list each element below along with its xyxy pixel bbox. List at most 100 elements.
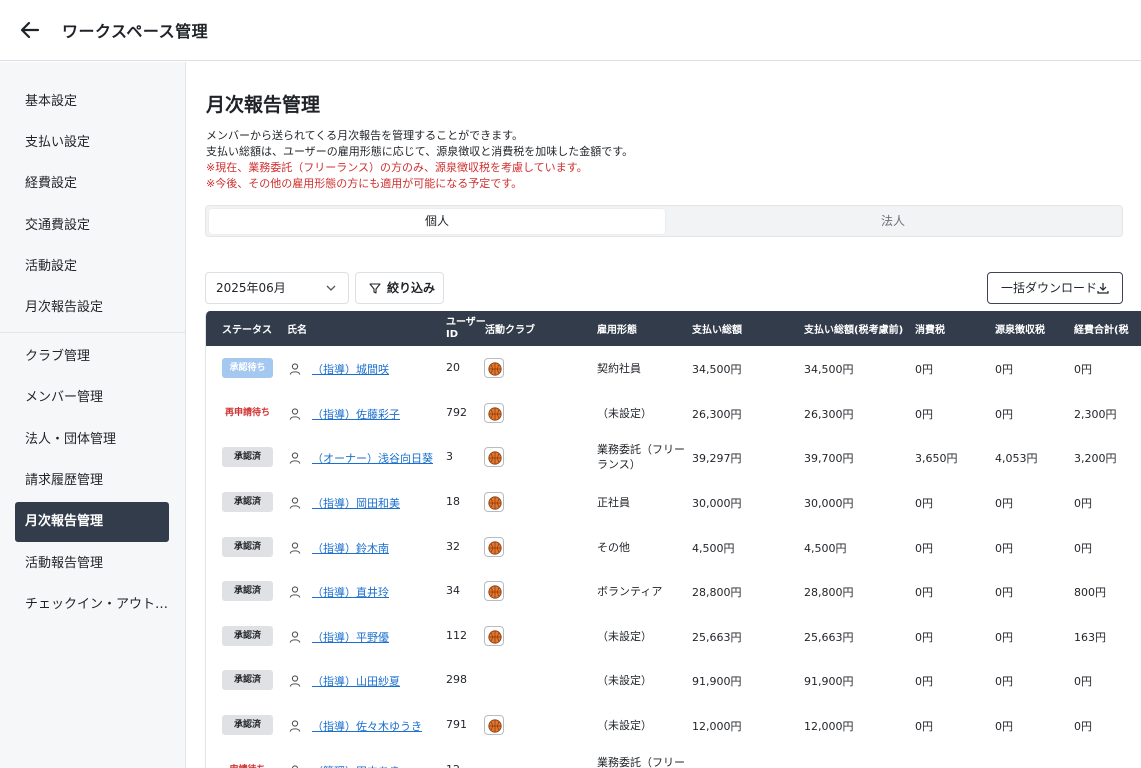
chevron-down-icon <box>326 285 336 291</box>
column-header-employment: 雇用形態 <box>597 325 637 336</box>
filter-button[interactable]: 絞り込み <box>355 272 444 304</box>
user-id: 792 <box>446 405 467 419</box>
table-row[interactable]: 申請待ち （管理）田中あき 12 業務委託（フリーランス） <box>206 747 1141 768</box>
employment-type: その他 <box>597 540 630 554</box>
payment-total-pretax: 12,000円 <box>804 720 854 734</box>
sidebar-item-monthly-report-management[interactable]: 月次報告管理 <box>15 502 169 542</box>
member-name-link[interactable]: （指導）平野優 <box>312 629 389 645</box>
employment-type: （未設定） <box>597 674 652 688</box>
member-name-link[interactable]: （指導）城間咲 <box>312 361 389 377</box>
payment-total: 25,663円 <box>692 630 742 644</box>
member-name-link[interactable]: （指導）岡田和美 <box>312 495 400 511</box>
top-bar: ワークスペース管理 <box>0 0 1141 61</box>
table-row[interactable]: 承認待ち （指導）城間咲 20 契約社員 34,500円 34,500円 0円 0円 0円 <box>206 346 1141 391</box>
withholding-tax: 0円 <box>995 586 1013 600</box>
payment-total-pretax: 91,900円 <box>804 675 854 689</box>
club-badge[interactable] <box>484 492 504 513</box>
bulk-download-label: 一括ダウンロード <box>1001 281 1098 295</box>
club-badge[interactable] <box>484 447 504 468</box>
table-row[interactable]: 承認済 （指導）佐々木ゆうき 791 （未設定） 12,000円 12,000円 0円 0円 0… <box>206 703 1141 748</box>
sidebar-item-monthly-report-settings[interactable]: 月次報告設定 <box>15 288 169 328</box>
column-header-pretax-total: 支払い総額(税考慮前) <box>804 325 904 336</box>
table-row[interactable]: 承認済 （指導）岡田和美 18 正社員 30,000円 30,000円 0円 0円 0円 <box>206 480 1141 525</box>
user-id: 34 <box>446 584 460 598</box>
withholding-tax: 0円 <box>995 497 1013 511</box>
consumption-tax: 0円 <box>915 407 933 421</box>
person-icon <box>288 718 302 732</box>
expenses-total: 163円 <box>1074 630 1106 644</box>
member-name-link[interactable]: （指導）直井玲 <box>312 584 389 600</box>
bulk-download-button[interactable]: 一括ダウンロード <box>987 272 1123 304</box>
filter-button-label: 絞り込み <box>387 281 436 295</box>
expenses-total: 0円 <box>1074 541 1092 555</box>
status-badge: 承認待ち <box>222 358 273 379</box>
user-id: 298 <box>446 673 467 687</box>
employment-type: 契約社員 <box>597 362 641 376</box>
sidebar-item-member-management[interactable]: メンバー管理 <box>15 378 169 418</box>
sidebar-item-activity-settings[interactable]: 活動設定 <box>15 247 169 287</box>
club-badge[interactable] <box>484 715 504 736</box>
sidebar-item-checkin-checkout[interactable]: チェックイン・アウト… <box>15 585 169 625</box>
table-row[interactable]: 承認済 （オーナー）浅谷向日葵 3 業務委託（フリーランス） 39,297円 39,700… <box>206 435 1141 480</box>
payment-total-pretax: 26,300円 <box>804 407 854 421</box>
club-badge[interactable] <box>484 358 504 379</box>
payment-total: 28,800円 <box>692 586 742 600</box>
person-icon <box>288 406 302 420</box>
column-header-consumption-tax: 消費税 <box>915 325 945 336</box>
page-title: 月次報告管理 <box>206 94 321 116</box>
description-line-1: メンバーから送られてくる月次報告を管理することができます。 <box>206 129 524 142</box>
payment-total-pretax: 4,500円 <box>804 541 847 555</box>
sidebar-item-billing-history[interactable]: 請求履歴管理 <box>15 461 169 501</box>
back-arrow-icon[interactable] <box>16 16 44 44</box>
member-name-link[interactable]: （指導）佐藤彩子 <box>312 406 400 422</box>
sidebar-item-basic-settings[interactable]: 基本設定 <box>15 82 169 122</box>
club-badge[interactable] <box>484 402 504 423</box>
tab-individual[interactable]: 個人 <box>209 209 665 234</box>
status-badge: 承認済 <box>222 715 273 736</box>
month-select[interactable]: 2025年06月 <box>205 272 349 304</box>
status-badge: 承認済 <box>222 492 273 513</box>
sidebar-item-payment-settings[interactable]: 支払い設定 <box>15 123 169 163</box>
tab-corporate[interactable]: 法人 <box>665 209 1121 234</box>
payment-total-pretax: 39,700円 <box>804 452 854 466</box>
consumption-tax: 0円 <box>915 586 933 600</box>
member-name-link[interactable]: （指導）山田紗夏 <box>312 673 400 689</box>
note-line-1: ※現在、業務委託（フリーランス）の方のみ、源泉徴収税を考慮しています。 <box>206 161 588 174</box>
sidebar-item-expense-settings[interactable]: 経費設定 <box>15 164 169 204</box>
member-name-link[interactable]: （指導）鈴木南 <box>312 540 389 556</box>
sidebar: 基本設定 支払い設定 経費設定 交通費設定 活動設定 月次報告設定 クラブ管理 メンバー管理法… <box>0 62 186 768</box>
table-row[interactable]: 再申請待ち （指導）佐藤彩子 792 （未設定） 26,300円 26,300円 0円 0円 2… <box>206 391 1141 436</box>
table-row[interactable]: 承認済 （指導）直井玲 34 ボランティア 28,800円 28,800円 0円 0円 800円 <box>206 569 1141 614</box>
member-name-link[interactable]: （オーナー）浅谷向日葵 <box>312 450 433 466</box>
sidebar-item-club-management[interactable]: クラブ管理 <box>15 337 169 377</box>
sidebar-item-activity-report-management[interactable]: 活動報告管理 <box>15 544 169 584</box>
payment-total: 30,000円 <box>692 497 742 511</box>
table-row[interactable]: 承認済 （指導）山田紗夏 298 （未設定） 91,900円 91,900円 0円 0円 0円 <box>206 658 1141 703</box>
member-name-link[interactable]: （管理）田中あき <box>312 763 400 768</box>
person-icon <box>288 763 302 768</box>
club-badge[interactable] <box>484 536 504 557</box>
person-icon <box>288 540 302 554</box>
employment-type: （未設定） <box>597 719 652 733</box>
club-badge[interactable] <box>484 625 504 646</box>
filter-icon <box>369 283 381 294</box>
withholding-tax: 4,053円 <box>995 452 1038 466</box>
user-id: 20 <box>446 361 460 375</box>
column-header-name: 氏名 <box>287 325 307 336</box>
consumption-tax: 0円 <box>915 675 933 689</box>
expenses-total: 0円 <box>1074 497 1092 511</box>
consumption-tax: 0円 <box>915 720 933 734</box>
member-name-link[interactable]: （指導）佐々木ゆうき <box>312 718 422 734</box>
sidebar-item-corporate-management[interactable]: 法人・団体管理 <box>15 420 169 460</box>
payment-total: 34,500円 <box>692 363 742 377</box>
note-line-2: ※今後、その他の雇用形態の方にも適用が可能になる予定です。 <box>206 177 523 190</box>
table-row[interactable]: 承認済 （指導）平野優 112 （未設定） 25,663円 25,663円 0円 0円 163円 <box>206 614 1141 659</box>
club-badge[interactable] <box>484 581 504 602</box>
user-id: 32 <box>446 539 460 553</box>
sidebar-item-transport-settings[interactable]: 交通費設定 <box>15 206 169 246</box>
employment-type: 正社員 <box>597 496 630 510</box>
payment-total-pretax: 30,000円 <box>804 497 854 511</box>
column-header-expenses: 経費合計(税 <box>1074 325 1129 336</box>
table-row[interactable]: 承認済 （指導）鈴木南 32 その他 4,500円 4,500円 0円 0円 0円 <box>206 524 1141 569</box>
status-badge: 承認済 <box>222 625 273 646</box>
